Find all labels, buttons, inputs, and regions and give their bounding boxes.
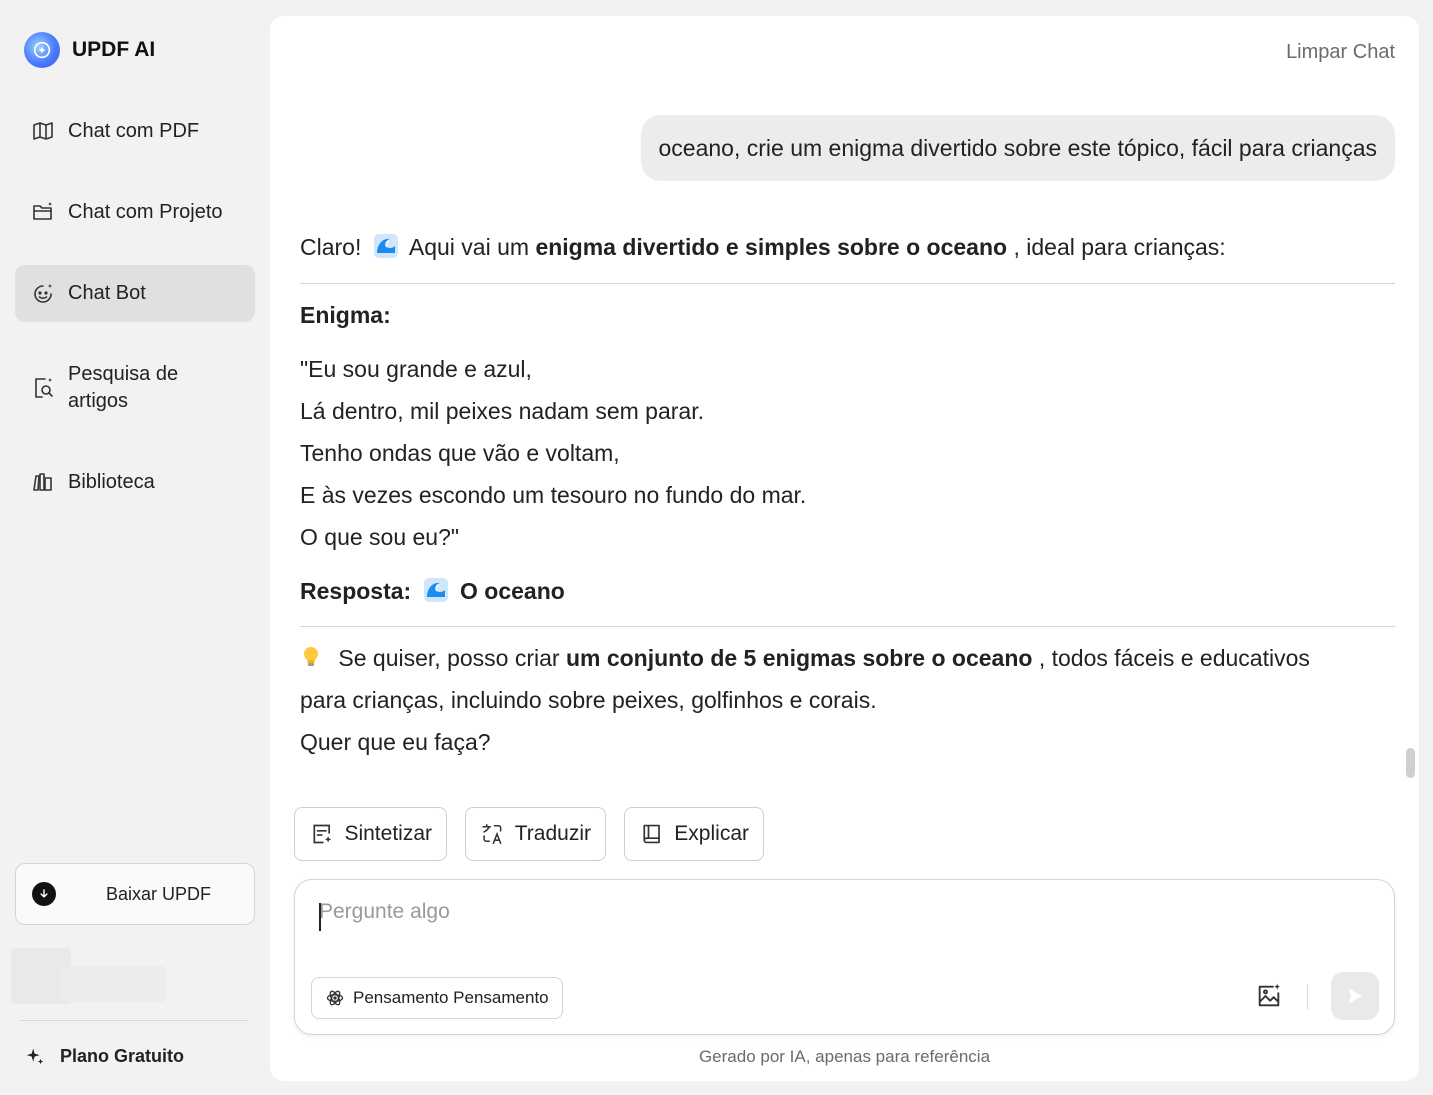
followup-end: , todos fáceis e educativos xyxy=(1038,645,1310,671)
wave-emoji-icon xyxy=(373,234,398,258)
sidebar-item-chat-projeto[interactable]: Chat com Projeto xyxy=(15,185,255,239)
text-caret xyxy=(319,903,321,931)
riddle-line: O que sou eu?" xyxy=(300,524,460,550)
divider xyxy=(300,626,1395,627)
search-document-icon xyxy=(30,375,56,401)
answer-intro-start: Claro! xyxy=(300,234,362,260)
thinking-toggle-button[interactable]: Pensamento Pensamento xyxy=(311,977,563,1019)
sidebar-item-chat-bot[interactable]: Chat Bot xyxy=(15,265,255,322)
translate-button[interactable]: Traduzir xyxy=(465,807,606,861)
bot-face-icon xyxy=(30,281,56,307)
followup-line2: para crianças, incluindo sobre peixes, g… xyxy=(300,687,877,713)
composer-separator xyxy=(1307,984,1308,1010)
download-label: Baixar UPDF xyxy=(106,883,212,904)
sidebar-item-pesquisa-artigos[interactable]: Pesquisa de artigos xyxy=(15,355,255,421)
user-name-blurred xyxy=(60,966,166,1002)
sidebar: UPDF AI Chat com PDF Chat com Projeto Ch… xyxy=(0,0,270,1095)
clear-chat-button[interactable]: Limpar Chat xyxy=(1286,41,1395,64)
folder-sparkle-icon xyxy=(30,199,56,225)
download-icon xyxy=(32,882,56,906)
send-button[interactable] xyxy=(1331,972,1379,1020)
sidebar-divider xyxy=(20,1020,249,1021)
explain-label: Explicar xyxy=(674,822,749,845)
scrollbar[interactable] xyxy=(1406,748,1415,778)
lightbulb-emoji-icon xyxy=(304,647,318,666)
followup-line1: Se quiser, posso criar um conjunto de 5 … xyxy=(300,645,1310,672)
sidebar-item-label: Pesquisa de artigos xyxy=(68,361,178,415)
sidebar-item-label-line1: Pesquisa de xyxy=(68,363,179,385)
composer: Pensamento Pensamento xyxy=(294,879,1395,1035)
followup-bold: um conjunto de 5 enigmas sobre o oceano xyxy=(565,645,1033,671)
library-icon xyxy=(30,469,56,495)
sidebar-item-label: Chat Bot xyxy=(68,282,146,304)
riddle-heading: Enigma: xyxy=(300,302,391,328)
book-icon xyxy=(643,824,660,844)
image-upload-button[interactable] xyxy=(1255,982,1285,1012)
book-sparkle-icon xyxy=(30,118,56,144)
plan-label: Plano Gratuito xyxy=(60,1045,185,1066)
riddle-line: "Eu sou grande e azul, xyxy=(300,356,532,382)
sidebar-item-label: Chat com Projeto xyxy=(68,200,223,223)
answer-reveal: Resposta: O oceano xyxy=(300,578,565,605)
answer-intro: Claro! Aqui vai um enigma divertido e si… xyxy=(300,234,1226,261)
sidebar-item-label-line2: artigos xyxy=(68,390,129,412)
answer-label: Resposta: xyxy=(300,578,412,604)
sidebar-item-biblioteca[interactable]: Biblioteca xyxy=(15,455,255,509)
riddle-line: E às vezes escondo um tesouro no fundo d… xyxy=(300,482,807,508)
divider xyxy=(300,283,1395,284)
riddle-line: Tenho ondas que vão e voltam, xyxy=(300,440,620,466)
translate-icon xyxy=(482,823,502,845)
image-sparkle-icon xyxy=(1258,983,1281,1007)
user-message: oceano, crie um enigma divertido sobre e… xyxy=(640,115,1395,181)
riddle-line: Lá dentro, mil peixes nadam sem parar. xyxy=(300,398,704,424)
sidebar-item-label: Biblioteca xyxy=(68,470,155,493)
ask-input[interactable] xyxy=(319,900,1219,924)
sparkle-icon xyxy=(26,1048,44,1065)
chat-panel: Limpar Chat oceano, crie um enigma diver… xyxy=(270,16,1419,1081)
sidebar-item-chat-pdf[interactable]: Chat com PDF xyxy=(15,104,255,158)
followup-line3: Quer que eu faça? xyxy=(300,729,491,755)
summarize-button[interactable]: Sintetizar xyxy=(294,807,447,861)
answer-intro-bold: enigma divertido e simples sobre o ocean… xyxy=(535,234,1008,260)
plan-indicator[interactable]: Plano Gratuito xyxy=(24,1045,184,1067)
summarize-icon xyxy=(313,824,332,844)
answer-intro-end: , ideal para crianças: xyxy=(1013,234,1226,260)
thinking-label: Pensamento Pensamento xyxy=(353,988,549,1007)
translate-label: Traduzir xyxy=(514,822,591,845)
ai-disclaimer: Gerado por IA, apenas para referência xyxy=(698,1047,991,1066)
explain-button[interactable]: Explicar xyxy=(624,807,764,861)
answer-intro-mid: Aqui vai um xyxy=(408,234,530,260)
wave-emoji-icon xyxy=(423,578,448,602)
followup-start: Se quiser, posso criar xyxy=(338,645,560,671)
updf-ai-logo-icon xyxy=(24,32,60,68)
answer-value: O oceano xyxy=(459,578,565,604)
summarize-label: Sintetizar xyxy=(344,822,432,845)
atom-icon xyxy=(326,990,344,1006)
send-icon xyxy=(1348,988,1363,1004)
sidebar-item-label: Chat com PDF xyxy=(68,119,200,142)
download-updf-button[interactable]: Baixar UPDF xyxy=(15,863,255,925)
brand-name: UPDF AI xyxy=(72,38,156,61)
brand[interactable]: UPDF AI xyxy=(24,32,155,68)
